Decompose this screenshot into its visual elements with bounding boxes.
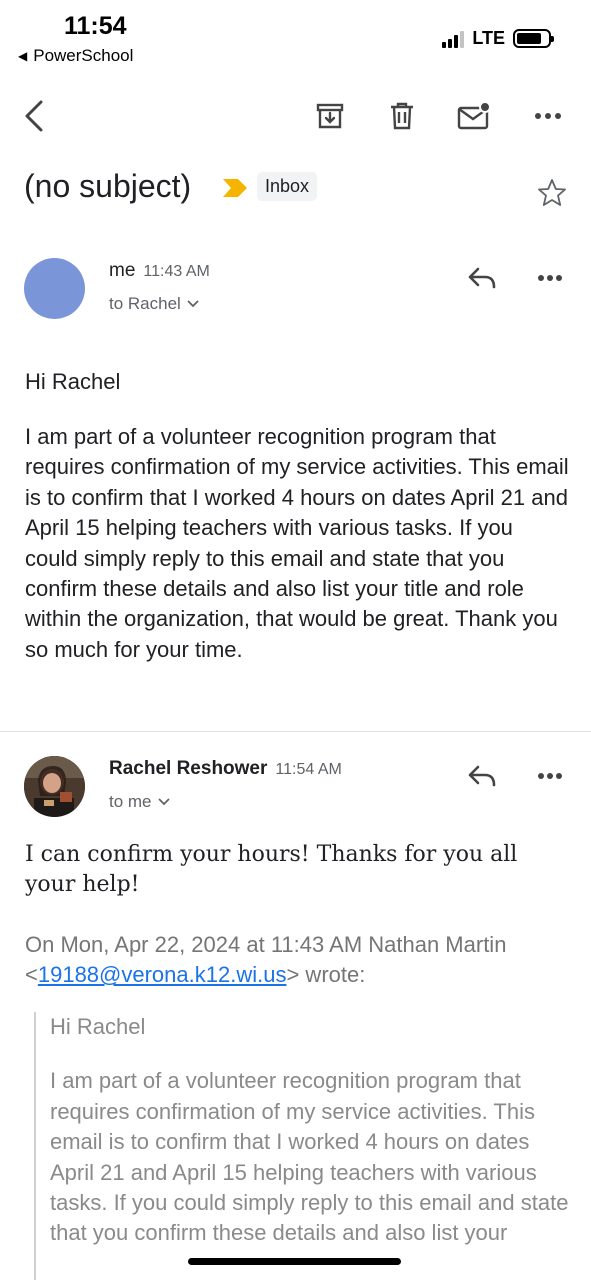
message-body: I am part of a volunteer recognition pro… [25,424,569,662]
message-time: 11:54 AM [275,761,342,778]
status-indicators: LTE [442,28,554,49]
more-icon [538,773,562,779]
message-body: I can confirm your hours! Thanks for you… [25,842,518,897]
cellular-signal-icon [442,30,465,48]
quoted-body: I am part of a volunteer recognition pro… [50,1068,569,1246]
more-icon [538,275,562,281]
message-header: Rachel Reshower 11:54 AM to me [24,756,569,820]
back-app-label: PowerSchool [33,46,134,65]
archive-icon [316,103,344,129]
quoted-sender-email-link[interactable]: 19188@verona.k12.wi.us [38,962,287,987]
chevron-down-icon [157,798,170,806]
message-divider [0,731,591,732]
battery-icon [513,29,554,48]
network-type: LTE [472,28,505,48]
email-toolbar [0,88,591,144]
reply-icon [468,765,496,787]
mark-unread-button[interactable] [454,96,494,136]
sender-name: me 11:43 AM [109,260,210,281]
back-to-app-link[interactable]: ◀ PowerSchool [18,46,133,66]
mark-unread-icon [457,101,491,130]
recipient-details-toggle[interactable]: to me [109,792,170,812]
message-header: me 11:43 AM to Rachel [24,258,569,322]
back-triangle-icon: ◀ [18,49,28,63]
avatar [24,258,85,319]
back-button[interactable] [14,96,54,136]
star-icon[interactable] [537,178,567,208]
reply-icon [468,267,496,289]
recipient-details-toggle[interactable]: to Rachel [109,294,199,314]
back-icon [25,100,43,132]
chevron-down-icon [187,300,199,308]
reply-button[interactable] [464,260,500,296]
importance-marker-icon[interactable] [222,178,248,198]
quote-attribution: On Mon, Apr 22, 2024 at 11:43 AM Nathan … [25,932,507,988]
quoted-message: Hi Rachel I am part of a volunteer recog… [34,1012,570,1280]
reply-button[interactable] [464,758,500,794]
inbox-label-chip[interactable]: Inbox [257,172,318,201]
message-time: 11:43 AM [143,263,210,280]
subject-row: (no subject) Inbox [24,162,569,218]
more-icon [535,113,561,119]
recipient-label: to Rachel [109,294,181,313]
avatar [24,756,85,817]
recipient-label: to me [109,792,152,811]
sender-name: Rachel Reshower 11:54 AM [109,758,342,779]
delete-button[interactable] [382,96,422,136]
status-time: 11:54 [64,12,127,40]
message-more-button[interactable] [532,758,568,794]
message-greeting: Hi Rachel [25,369,121,394]
archive-button[interactable] [310,96,350,136]
email-subject: (no subject) [24,168,192,204]
delete-icon [391,102,413,130]
status-bar: 11:54 ◀ PowerSchool LTE [0,0,591,72]
quoted-greeting: Hi Rachel [50,1014,146,1039]
more-options-button[interactable] [528,96,568,136]
message-more-button[interactable] [532,260,568,296]
home-indicator[interactable] [188,1258,401,1265]
